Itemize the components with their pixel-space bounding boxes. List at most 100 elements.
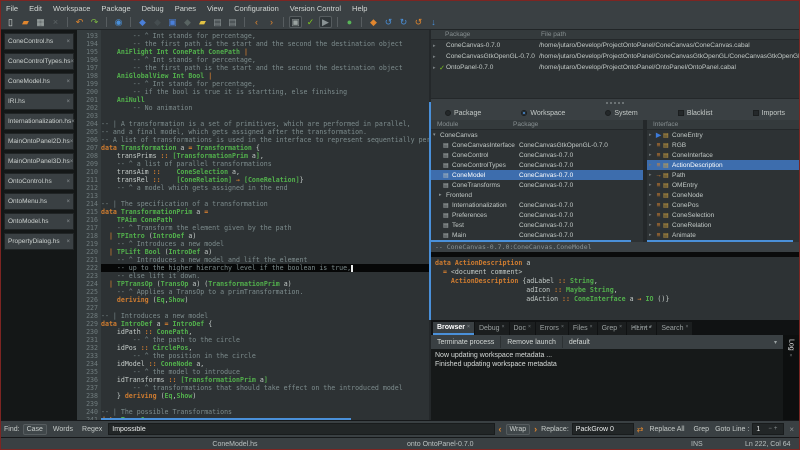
words-toggle-button[interactable]: Words bbox=[50, 425, 76, 434]
redo-icon[interactable]: ↷ bbox=[88, 16, 101, 28]
editor-line[interactable]: 201 AniNull bbox=[77, 96, 429, 104]
close-icon[interactable]: × bbox=[788, 353, 794, 359]
replace-icon[interactable]: ⇄ bbox=[637, 425, 644, 434]
open-file-tab[interactable]: OntoControl.hs× bbox=[4, 173, 74, 190]
tab-grep[interactable]: Grep× bbox=[598, 322, 626, 335]
close-icon[interactable]: × bbox=[66, 79, 70, 85]
open-file-tab[interactable]: MainOntoPanel2D.hs× bbox=[4, 133, 74, 150]
expander-icon[interactable]: ▸ bbox=[647, 212, 654, 218]
interface-row[interactable]: ▸≡▤ConeRelation bbox=[647, 220, 799, 230]
editor-line[interactable]: 200 -- if the bool is true it is startti… bbox=[77, 88, 429, 96]
pane-splitter-horizontal[interactable] bbox=[431, 98, 799, 106]
clean-icon[interactable]: ◆ bbox=[151, 16, 164, 28]
editor-line[interactable]: 229data IntroDef a = IntroDef { bbox=[77, 320, 429, 328]
expander-icon[interactable]: ▸ bbox=[431, 54, 438, 60]
open-file-tab[interactable]: ConeModel.hs× bbox=[4, 73, 74, 90]
close-icon[interactable]: × bbox=[66, 179, 70, 185]
module-row[interactable]: ▤ConeControlConeCanvas-0.7.0 bbox=[431, 150, 643, 160]
history-icon[interactable]: ◆ bbox=[367, 16, 380, 28]
module-row[interactable]: ▤ConeCanvasInterfaceConeCanvasGtkOpenGL-… bbox=[431, 140, 643, 150]
check-icon[interactable]: ✓ bbox=[304, 16, 317, 28]
expander-icon[interactable]: ▸ bbox=[431, 43, 438, 49]
browser-option-blacklist[interactable]: Blacklist bbox=[678, 110, 713, 117]
module-row[interactable]: ▤ConeModelConeCanvas-0.7.0 bbox=[431, 170, 643, 180]
editor-line[interactable]: 236 idTransforms :: [TransformationPrim … bbox=[77, 376, 429, 384]
close-icon[interactable]: × bbox=[66, 39, 70, 45]
case-toggle-button[interactable]: Case bbox=[23, 424, 47, 435]
editor-line[interactable]: 237 -- ^ transformations that should tak… bbox=[77, 384, 429, 392]
close-file-icon[interactable]: × bbox=[49, 16, 62, 28]
menu-configuration[interactable]: Configuration bbox=[234, 4, 279, 13]
expander-icon[interactable]: ▸ bbox=[647, 152, 654, 158]
find-previous-icon[interactable]: ‹ bbox=[498, 424, 503, 434]
close-icon[interactable]: × bbox=[467, 322, 470, 330]
menu-help[interactable]: Help bbox=[352, 4, 367, 13]
close-icon[interactable]: × bbox=[71, 59, 75, 65]
tab-browser[interactable]: Browser× bbox=[433, 322, 474, 335]
menu-workspace[interactable]: Workspace bbox=[53, 4, 90, 13]
editor-line[interactable]: 231 -- ^ the path to the circle bbox=[77, 336, 429, 344]
editor-line[interactable]: 235 -- ^ the model to introduce bbox=[77, 368, 429, 376]
launch-config-select[interactable]: default ▾ bbox=[563, 339, 783, 346]
open-file-tab[interactable]: ConeControlTypes.hs× bbox=[4, 53, 74, 70]
package-config-icon[interactable]: ◆ bbox=[136, 16, 149, 28]
install-icon[interactable]: ▤ bbox=[211, 16, 224, 28]
expander-icon[interactable]: ▾ bbox=[433, 132, 440, 138]
interface-row[interactable]: ▸≡▤RGB bbox=[647, 140, 799, 150]
close-icon[interactable]: × bbox=[70, 139, 74, 145]
open-file-icon[interactable]: ▰ bbox=[19, 16, 32, 28]
close-icon[interactable]: × bbox=[502, 322, 505, 330]
menu-view[interactable]: View bbox=[207, 4, 223, 13]
editor-line[interactable]: 205-- and a final model, which gets assi… bbox=[77, 128, 429, 136]
expander-icon[interactable]: ▸ bbox=[431, 65, 438, 71]
editor-line[interactable]: 219 -- ^ Introduces a new model bbox=[77, 240, 429, 248]
close-icon[interactable]: × bbox=[66, 99, 70, 105]
close-icon[interactable]: × bbox=[561, 322, 564, 330]
open-file-tab[interactable]: Internationalization.hs× bbox=[4, 113, 74, 130]
goto-line-input[interactable] bbox=[756, 426, 766, 433]
editor-line[interactable]: 220 | TPLift Bool (IntroDef a) bbox=[77, 248, 429, 256]
editor-line[interactable]: 211 transRel :: [ConeRelation] → [ConeRe… bbox=[77, 176, 429, 184]
run-toggle-icon[interactable]: ▶ bbox=[319, 16, 332, 28]
interface-row[interactable]: ▸→▤Path bbox=[647, 170, 799, 180]
expander-icon[interactable]: ▸ bbox=[647, 192, 654, 198]
editor-line[interactable]: 197 -- the first path is the start and t… bbox=[77, 64, 429, 72]
editor-line[interactable]: 239 bbox=[77, 400, 429, 408]
browser-option-imports[interactable]: Imports bbox=[753, 110, 785, 117]
open-file-tab[interactable]: OntoModel.hs× bbox=[4, 213, 74, 230]
search-icon[interactable]: ◉ bbox=[112, 16, 125, 28]
module-row[interactable]: ▤InternationalizationConeCanvas-0.7.0 bbox=[431, 200, 643, 210]
interface-row[interactable]: ▸≡▤OMEntry bbox=[647, 180, 799, 190]
editor-line[interactable]: 196 -- ^ Int stands for percentage, bbox=[77, 56, 429, 64]
editor-line[interactable]: 199 -- ^ Int stands for percentage, bbox=[77, 80, 429, 88]
close-icon[interactable]: × bbox=[619, 322, 622, 330]
tab-files[interactable]: Files× bbox=[569, 322, 597, 335]
tab-hlint[interactable]: HLint× bbox=[627, 322, 656, 335]
close-icon[interactable]: × bbox=[71, 119, 75, 125]
browser-option-package[interactable]: Package bbox=[445, 110, 481, 117]
editor-line[interactable]: 218 | TPIntro (IntroDef a) bbox=[77, 232, 429, 240]
package-row[interactable]: ▸ConeCanvas-0.7.0/home/jutaro/Develop/Pr… bbox=[431, 40, 799, 51]
editor-line[interactable]: 230 idPath :: ConePath, bbox=[77, 328, 429, 336]
editor-line[interactable]: 206-- A list of transformations is used … bbox=[77, 136, 429, 144]
close-icon[interactable]: × bbox=[686, 322, 689, 330]
tab-doc[interactable]: Doc× bbox=[510, 322, 535, 335]
module-row[interactable]: ▾ConeCanvas bbox=[431, 130, 643, 140]
goto-line-stepper[interactable]: − + bbox=[752, 423, 784, 435]
expander-icon[interactable]: ▸ bbox=[647, 182, 654, 188]
editor-line[interactable]: 198 AniGlobalView Int Bool | bbox=[77, 72, 429, 80]
open-file-tab[interactable]: OntoMenu.hs× bbox=[4, 193, 74, 210]
tab-search[interactable]: Search× bbox=[657, 322, 692, 335]
increment-icon[interactable]: + bbox=[774, 426, 778, 432]
close-icon[interactable]: × bbox=[590, 322, 593, 330]
interface-row[interactable]: ▸▶▤ConeEntry bbox=[647, 130, 799, 140]
expander-icon[interactable]: ▸ bbox=[647, 202, 654, 208]
editor-line[interactable]: 224 | TPTransOp (TransOp a) (Transformat… bbox=[77, 280, 429, 288]
editor-line[interactable]: 223 -- else lift it down. bbox=[77, 272, 429, 280]
editor-line[interactable]: 215data TransformationPrim a = bbox=[77, 208, 429, 216]
editor-line[interactable]: 238 } deriving (Eq,Show) bbox=[77, 392, 429, 400]
close-icon[interactable]: × bbox=[66, 239, 70, 245]
tab-debug[interactable]: Debug× bbox=[475, 322, 509, 335]
interface-row[interactable]: ▸≡▤ActionDescription bbox=[647, 160, 799, 170]
editor-line[interactable]: 227 bbox=[77, 304, 429, 312]
